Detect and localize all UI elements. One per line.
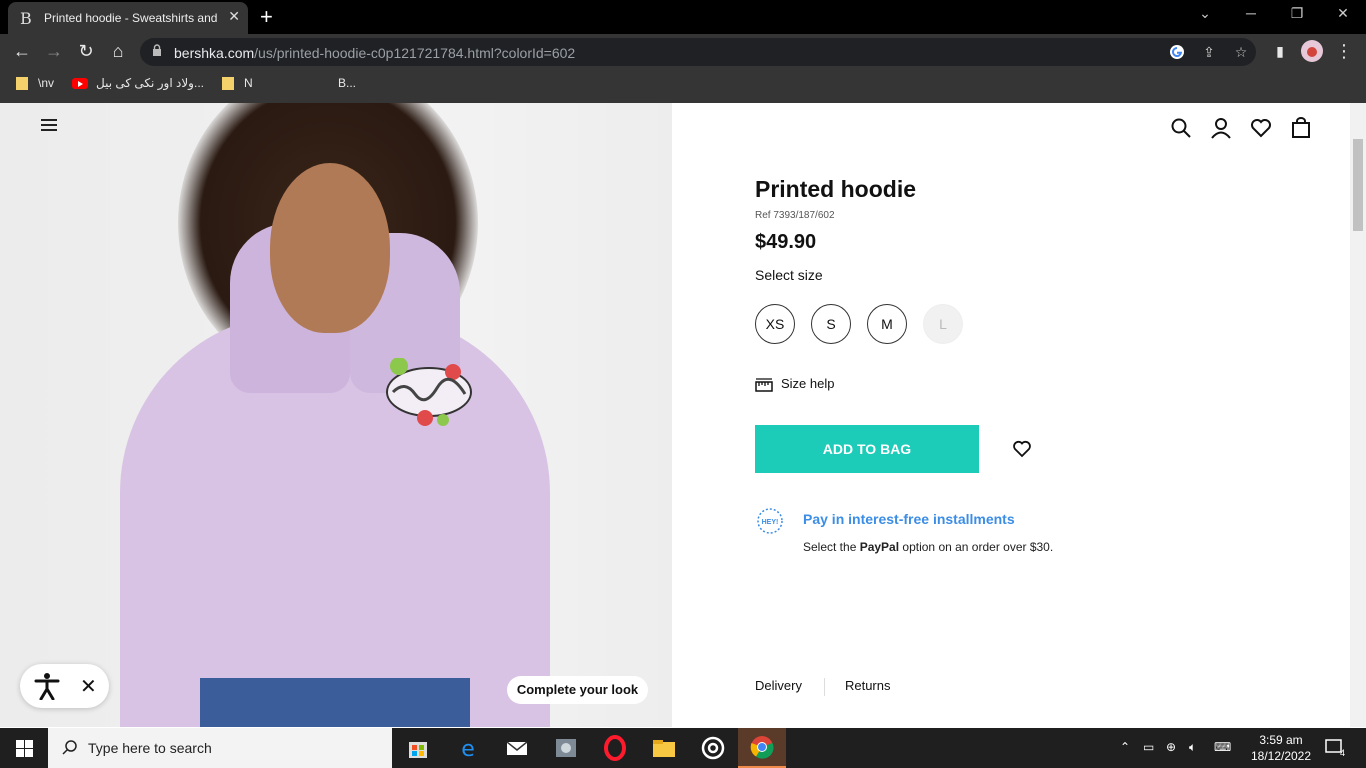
home-icon[interactable]: ⌂: [106, 41, 130, 62]
chrome-icon: [750, 736, 774, 759]
bookmarks-bar: \nv ولاد اور نکی کی بیل... N B...: [0, 70, 1366, 98]
size-option-m[interactable]: M: [867, 304, 907, 344]
restore-button[interactable]: ❐: [1282, 5, 1312, 22]
folder-icon: [16, 77, 28, 91]
share-icon[interactable]: ⇪: [1200, 44, 1218, 62]
product-price: $49.90: [755, 231, 817, 253]
size-option-s[interactable]: S: [811, 304, 851, 344]
windows-start-icon[interactable]: [16, 740, 33, 757]
accessibility-icon[interactable]: [34, 672, 60, 700]
address-bar[interactable]: bershka.com/us/printed-hoodie-c0p1217217…: [140, 38, 1256, 66]
photos-app-icon[interactable]: [552, 734, 580, 762]
add-to-wishlist-icon[interactable]: [1012, 439, 1032, 459]
reload-icon[interactable]: ↻: [74, 41, 98, 62]
page-scrollbar[interactable]: [1350, 103, 1366, 727]
bookmark-item-1[interactable]: \nv: [16, 76, 54, 91]
bershka-favicon-icon: B: [20, 9, 32, 28]
media-player-icon[interactable]: [699, 734, 727, 762]
bookmark-item-2[interactable]: ولاد اور نکی کی بیل...: [72, 76, 204, 90]
tab-returns[interactable]: Returns: [845, 678, 891, 693]
account-icon[interactable]: [1210, 117, 1232, 139]
tab-divider: [823, 678, 825, 696]
tab-delivery[interactable]: Delivery: [755, 678, 802, 693]
product-title: Printed hoodie: [755, 176, 916, 202]
tab-title: Printed hoodie - Sweatshirts and: [44, 11, 218, 25]
hoodie-print-graphic: [386, 358, 472, 426]
search-icon[interactable]: [1170, 117, 1192, 139]
info-tabs: Delivery Returns: [755, 678, 891, 696]
menu-icon[interactable]: [41, 119, 57, 131]
installments-title[interactable]: Pay in interest-free installments: [803, 511, 1015, 527]
file-explorer-icon[interactable]: [650, 734, 678, 762]
complete-your-look-button[interactable]: Complete your look: [507, 676, 648, 704]
browser-tab[interactable]: B Printed hoodie - Sweatshirts and ✕: [8, 2, 248, 34]
close-accessibility-icon[interactable]: ✕: [80, 674, 97, 699]
product-image[interactable]: ✕ Complete your look: [0, 103, 672, 727]
tab-search-icon[interactable]: ⌄: [1190, 5, 1220, 22]
lock-icon: [153, 44, 161, 56]
bookmark-item-4[interactable]: B...: [338, 76, 356, 90]
browser-toolbar: ← → ↻ ⌂ bershka.com/us/printed-hoodie-c0…: [0, 34, 1366, 70]
side-panel-icon[interactable]: ▮: [1268, 43, 1292, 60]
search-icon: [62, 740, 77, 755]
shopping-bag-icon[interactable]: [1290, 117, 1312, 139]
battery-icon[interactable]: ▭: [1143, 740, 1154, 754]
model-face: [270, 163, 390, 333]
youtube-icon: [72, 78, 88, 90]
product-reference: Ref 7393/187/602: [755, 210, 835, 221]
store-icon[interactable]: [404, 734, 432, 762]
taskbar-search[interactable]: Type here to search: [48, 728, 392, 768]
taskbar-clock[interactable]: 3:59 am 18/12/2022: [1244, 732, 1318, 764]
size-option-l[interactable]: L: [923, 304, 963, 344]
clock-date: 18/12/2022: [1250, 749, 1312, 763]
windows-taskbar: Type here to search e ⌃ ▭ ⊕ 🔈︎ ⌨ 3:59 am…: [0, 728, 1366, 768]
forward-icon[interactable]: →: [42, 41, 66, 62]
chrome-menu-icon[interactable]: ⋮: [1332, 41, 1356, 62]
scrollbar-thumb[interactable]: [1353, 139, 1363, 231]
network-icon[interactable]: ⊕: [1166, 740, 1176, 754]
accessibility-widget[interactable]: ✕: [20, 664, 109, 708]
minimize-button[interactable]: ─: [1236, 5, 1266, 21]
tab-close-icon[interactable]: ✕: [228, 8, 240, 25]
keyboard-icon[interactable]: ⌨: [1214, 740, 1231, 754]
notifications-icon[interactable]: 4: [1325, 739, 1345, 757]
size-option-xs[interactable]: XS: [755, 304, 795, 344]
bookmark-star-icon[interactable]: ☆: [1232, 44, 1250, 62]
product-page: ✕ Complete your look Printed hoodie Ref …: [0, 103, 1350, 727]
hey-badge-icon: HEY!: [757, 508, 783, 534]
taskbar-search-placeholder: Type here to search: [88, 740, 212, 756]
edge-icon[interactable]: e: [454, 734, 482, 762]
bookmark-item-3[interactable]: N: [222, 76, 253, 91]
opera-icon[interactable]: [601, 734, 629, 762]
window-close-button[interactable]: ✕: [1328, 5, 1358, 22]
back-icon[interactable]: ←: [10, 41, 34, 62]
size-help-link[interactable]: Size help: [755, 376, 834, 392]
profile-avatar[interactable]: [1300, 40, 1324, 67]
wishlist-icon[interactable]: [1250, 117, 1272, 139]
new-tab-button[interactable]: +: [260, 4, 273, 30]
model-jeans: [200, 678, 470, 727]
paypal-note: Select the PayPal option on an order ove…: [803, 540, 1054, 554]
ruler-icon: [755, 377, 773, 392]
add-to-bag-button[interactable]: ADD TO BAG: [755, 425, 979, 473]
google-lens-icon[interactable]: [1168, 44, 1186, 62]
size-help-label: Size help: [781, 376, 835, 391]
folder-icon: [222, 77, 234, 91]
volume-icon[interactable]: 🔈︎: [1189, 740, 1196, 755]
mail-icon[interactable]: [503, 734, 531, 762]
select-size-label: Select size: [755, 267, 823, 283]
browser-tabbar: B Printed hoodie - Sweatshirts and ✕ + ⌄…: [0, 0, 1366, 34]
url-text: bershka.com/us/printed-hoodie-c0p1217217…: [174, 45, 576, 61]
svg-text:e: e: [461, 737, 475, 762]
clock-time: 3:59 am: [1259, 733, 1303, 747]
svg-text:HEY!: HEY!: [762, 519, 779, 526]
chrome-taskbar-active[interactable]: [738, 728, 786, 768]
svg-text:4: 4: [1340, 748, 1345, 757]
show-hidden-icons[interactable]: ⌃: [1120, 740, 1130, 754]
